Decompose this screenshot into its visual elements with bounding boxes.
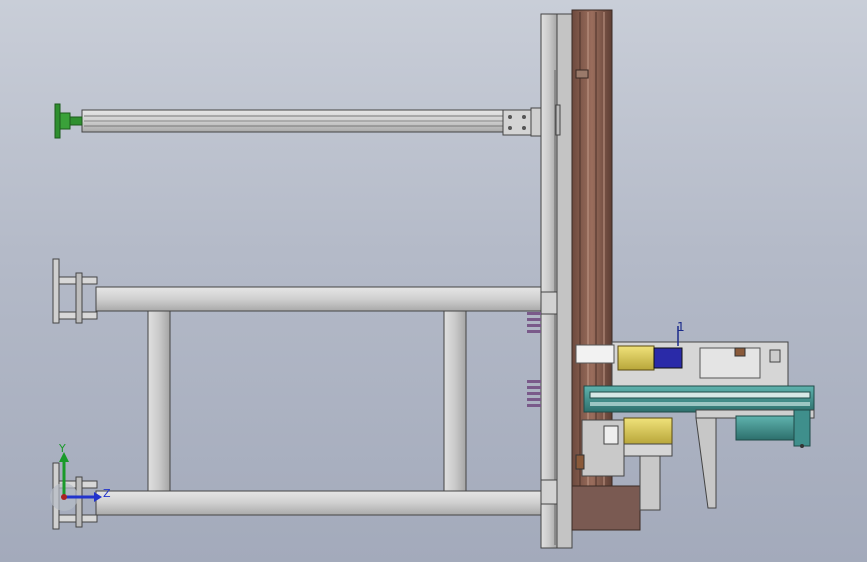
servo-motor: [735, 409, 811, 448]
green-foot: [54, 103, 83, 139]
vertical-rail[interactable]: [571, 9, 613, 491]
main-column[interactable]: [540, 13, 573, 549]
bolt-stack-upper: [527, 312, 541, 333]
bolt-stack-lower: [527, 380, 541, 407]
upper-foot-bracket: [52, 258, 98, 324]
callout-label: 1: [677, 320, 685, 334]
base-block: [571, 485, 641, 531]
lower-frame[interactable]: [95, 286, 543, 516]
top-arm[interactable]: [81, 107, 556, 137]
cad-viewport[interactable]: Y Z 1: [0, 0, 867, 562]
triad-z-label: Z: [103, 487, 111, 500]
triad-y-label: Y: [59, 442, 66, 455]
gantry-assembly-drawing[interactable]: [0, 0, 867, 562]
horizontal-slide[interactable]: [583, 385, 815, 413]
